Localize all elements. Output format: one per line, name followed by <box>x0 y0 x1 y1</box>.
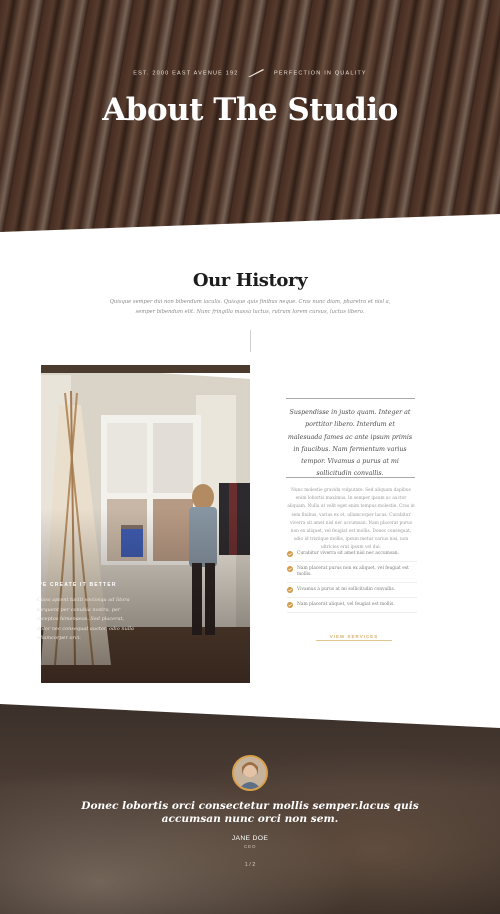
avatar <box>232 755 268 791</box>
hero-banner: EST. 2000 EAST AVENUE 192 PERFECTION IN … <box>0 0 500 232</box>
testimonial-top-slant <box>0 704 500 728</box>
list-item: Nam placerat aliquet, vel feugiat est mo… <box>287 602 417 613</box>
history-quote: Suspendisse in justo quam. Integer at po… <box>287 409 413 478</box>
list-item-text: Nam placerat purus non ex aliquet, vel f… <box>297 566 409 577</box>
list-item-text: Vivamus a purus at mi sollicitudin conva… <box>297 587 396 592</box>
history-subtitle: Quisque semper dui non bibendum iaculis.… <box>109 299 391 315</box>
testimonial-quote: Donec lobortis orci consectetur mollis s… <box>81 800 419 825</box>
quote-top-rule <box>286 398 415 399</box>
check-circle-icon <box>287 587 293 593</box>
testimonial-name: JANE DOE <box>231 835 269 842</box>
check-circle-icon <box>287 602 293 608</box>
list-item: Vivamus a purus at mi sollicitudin conva… <box>287 587 417 598</box>
list-item: Curabitur viverra sit amet nisl nec accu… <box>287 551 417 562</box>
divider-line <box>250 330 251 352</box>
history-title: Our History <box>192 270 308 291</box>
list-item-text: Curabitur viverra sit amet nisl nec accu… <box>297 551 399 556</box>
quill-pen-icon <box>245 68 267 78</box>
avatar-portrait-icon <box>234 757 266 789</box>
testimonial-role: CEO <box>243 845 257 850</box>
view-services-link[interactable]: VIEW SERVICES <box>316 634 392 641</box>
hero-meta: EST. 2000 EAST AVENUE 192 PERFECTION IN … <box>0 68 500 78</box>
quote-bottom-rule <box>286 477 415 478</box>
list-item-text: Nam placerat aliquet, vel feugiat est mo… <box>297 602 395 607</box>
list-item: Nam placerat purus non ex aliquet, vel f… <box>287 566 417 583</box>
history-body: Nunc molestie gravida vulputate. Sed ali… <box>287 488 415 551</box>
hero-meta-left: EST. 2000 EAST AVENUE 192 <box>133 70 239 77</box>
photo-caption: Class aptent taciti sociosqu ad litora t… <box>37 597 134 642</box>
testimonial-pager[interactable]: 1 / 2 <box>0 862 500 868</box>
feature-list: Curabitur viverra sit amet nisl nec accu… <box>287 551 417 617</box>
page-title: About The Studio <box>102 92 398 128</box>
photo-label: WE CREATE IT BETTER <box>37 582 117 588</box>
hero-meta-right: PERFECTION IN QUALITY <box>274 70 367 77</box>
check-circle-icon <box>287 566 293 572</box>
check-circle-icon <box>287 551 293 557</box>
